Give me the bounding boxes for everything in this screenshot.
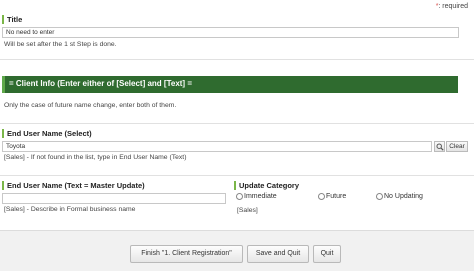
client-info-note: Only the case of future name change, ent…	[4, 102, 177, 109]
quit-button[interactable]: Quit	[313, 245, 341, 263]
search-button[interactable]	[434, 141, 445, 152]
clear-button[interactable]: Clear	[446, 141, 468, 152]
required-legend: *: required	[436, 3, 468, 10]
magnifier-icon	[435, 142, 444, 151]
radio-label: Future	[326, 193, 347, 200]
divider	[0, 123, 474, 124]
radio-label: No Updating	[384, 193, 423, 200]
radio-future[interactable]: Future	[318, 193, 346, 200]
radio-immediate[interactable]: Immediate	[236, 193, 277, 200]
client-info-banner: = Client Info (Enter either of [Select] …	[2, 76, 458, 93]
end-user-text-label: End User Name (Text = Master Update)	[2, 181, 145, 190]
radio-label: Immediate	[244, 193, 277, 200]
radio-circle[interactable]	[318, 193, 325, 200]
end-user-select-note: [Sales] - If not found in the list, type…	[4, 154, 187, 161]
end-user-select-input[interactable]	[2, 141, 432, 152]
required-legend-text: : required	[438, 3, 468, 10]
finish-client-registration-button[interactable]: Finish "1. Client Registration"	[130, 245, 243, 263]
update-category-label: Update Category	[234, 181, 299, 190]
radio-circle[interactable]	[236, 193, 243, 200]
footer-bar: Finish "1. Client Registration" Save and…	[0, 230, 474, 271]
save-and-quit-button[interactable]: Save and Quit	[247, 245, 309, 263]
radio-circle[interactable]	[376, 193, 383, 200]
end-user-select-label: End User Name (Select)	[2, 129, 92, 138]
title-field[interactable]	[2, 27, 459, 38]
title-note: Will be set after the 1 st Step is done.	[4, 41, 117, 48]
title-label: Title	[2, 15, 22, 24]
divider	[0, 59, 474, 60]
divider	[0, 175, 474, 176]
end-user-text-input[interactable]	[2, 193, 226, 204]
update-category-note: [Sales]	[237, 207, 258, 214]
end-user-text-note: [Sales] - Describe in Formal business na…	[4, 206, 136, 213]
radio-no-updating[interactable]: No Updating	[376, 193, 423, 200]
